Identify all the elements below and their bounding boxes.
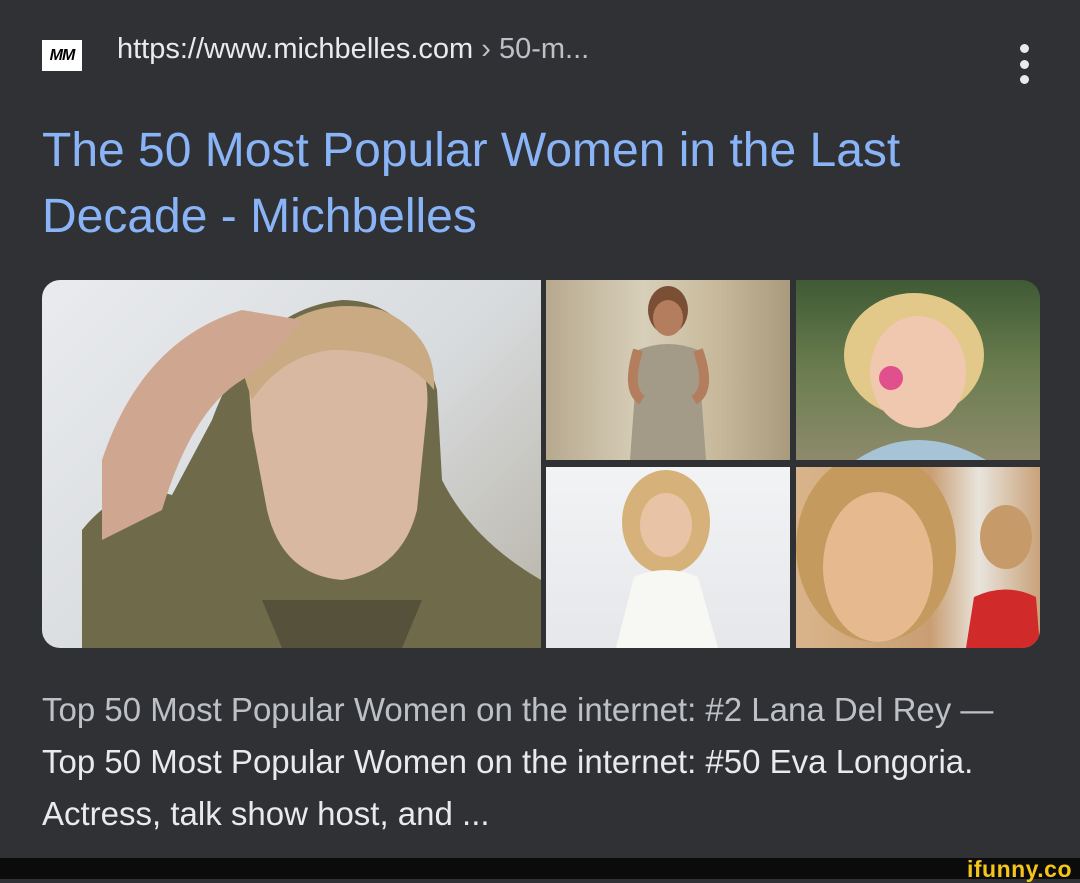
site-favicon-icon[interactable]: MM (42, 40, 82, 71)
more-vert-icon[interactable] (1013, 44, 1035, 84)
url-path: › 50-m... (473, 33, 590, 65)
snippet-lead: Top 50 Most Popular Women on the interne… (42, 691, 994, 728)
dot-2 (1019, 59, 1029, 69)
footer-bar (0, 858, 1080, 879)
image-gallery (42, 280, 1040, 648)
url-domain: https://www.michbelles.com (117, 33, 474, 65)
photo-woman-white-dress[interactable] (546, 467, 790, 648)
dot-1 (1019, 44, 1029, 53)
photo-woman-flower-smile[interactable] (796, 280, 1040, 460)
favicon-text: MM (49, 46, 76, 64)
photo-man-hand-in-hair[interactable] (42, 280, 541, 648)
dot-3 (1019, 75, 1029, 84)
result-title-link[interactable]: The 50 Most Popular Women in the Last De… (42, 118, 1032, 250)
photo-woman-sequin-gown[interactable] (546, 280, 790, 460)
photo-woman-red-carpet[interactable] (796, 467, 1040, 648)
result-snippet: Top 50 Most Popular Women on the interne… (42, 684, 1042, 840)
search-result: MM https://www.michbelles.com › 50-m... … (0, 0, 1080, 858)
result-url[interactable]: https://www.michbelles.com › 50-m... (117, 33, 589, 66)
snippet-body: Top 50 Most Popular Women on the interne… (42, 743, 974, 832)
